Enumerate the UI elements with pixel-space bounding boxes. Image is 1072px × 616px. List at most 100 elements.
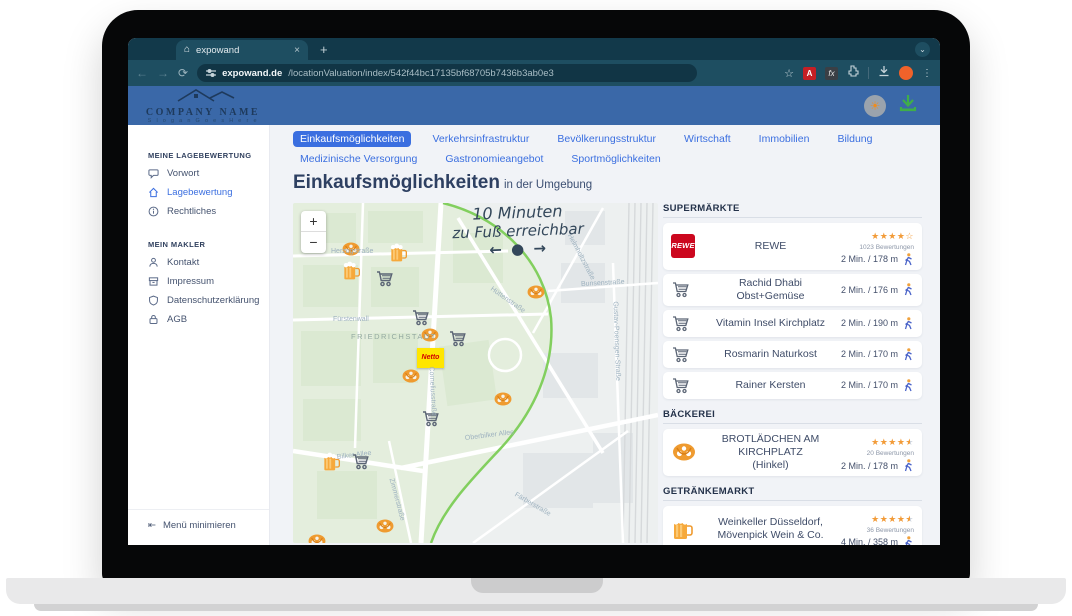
app-header: COMPANY NAME S l o g a n G o e s H e r e…	[128, 86, 940, 125]
list-item[interactable]: Rainer Kersten 2 Min. / 170 m	[663, 372, 922, 399]
browser-tab[interactable]: ⌂ expowand ×	[176, 40, 308, 60]
list-item[interactable]: Rosmarin Naturkost 2 Min. / 170 m	[663, 341, 922, 368]
tab-verkehrsinfrastruktur[interactable]: Verkehrsinfrastruktur	[425, 131, 536, 147]
tab-gastronomieangebot[interactable]: Gastronomieangebot	[438, 151, 550, 167]
street-label: Herzogstraße	[331, 248, 373, 255]
theme-sun-icon[interactable]: ☀	[864, 95, 886, 117]
map-annotation: 10 Minuten zu Fuß erreichbar ← ● →	[412, 203, 624, 262]
map-cart-marker	[448, 329, 468, 349]
page-title: Einkaufsmöglichkeitenin der Umgebung	[293, 172, 592, 194]
map-cart-marker	[375, 269, 395, 289]
section-title-supermaerkte: SUPERMÄRKTE	[663, 203, 922, 218]
tab-wirtschaft[interactable]: Wirtschaft	[677, 131, 738, 147]
tab-immobilien[interactable]: Immobilien	[752, 131, 817, 147]
sidebar-item-rechtliches[interactable]: Rechtliches	[148, 204, 269, 218]
sidebar-item-lagebewertung[interactable]: Lagebewertung	[148, 185, 269, 199]
poi-name: Weinkeller Düsseldorf,Mövenpick Wein & C…	[705, 516, 836, 542]
forward-icon[interactable]: →	[157, 66, 169, 80]
list-item-baeckerei[interactable]: BROTLÄDCHEN AM KIRCHPLATZ(Hinkel) ★★★★★ …	[663, 429, 922, 476]
map-beer-marker	[388, 243, 408, 263]
map-pretzel-marker	[526, 282, 546, 302]
app-body: MEINE LAGEBEWERTUNG Vorwort Lagebewertun…	[128, 125, 940, 545]
browser-toolbar: ← → ⟳ expowand.de/locationValuation/inde…	[128, 60, 940, 86]
reload-icon[interactable]: ⟳	[178, 66, 188, 80]
menu-minimize-button[interactable]: ⇤ Menü minimieren	[128, 509, 269, 545]
walking-icon	[903, 283, 914, 296]
browser-tabbar: ⌂ expowand × + ⌄	[128, 38, 940, 60]
star-rating: ★★★★★	[871, 437, 914, 447]
sidebar-item-datenschutz[interactable]: Datenschutzerklärung	[148, 293, 269, 307]
walking-icon	[903, 348, 914, 361]
sidebar-item-impressum[interactable]: Impressum	[148, 274, 269, 288]
sidebar: MEINE LAGEBEWERTUNG Vorwort Lagebewertun…	[128, 125, 270, 545]
sidebar-item-agb[interactable]: AGB	[148, 312, 269, 326]
tab-einkaufsmoeglichkeiten[interactable]: Einkaufsmöglichkeiten	[293, 131, 411, 147]
tab-sportmoeglichkeiten[interactable]: Sportmöglichkeiten	[564, 151, 667, 167]
pdf-extension-icon[interactable]: A	[803, 67, 816, 80]
cart-icon	[671, 280, 705, 300]
poi-panel: SUPERMÄRKTE REWE REWE ★★★★☆ 1023 Bewertu…	[663, 203, 922, 545]
list-item[interactable]: Vitamin Insel Kirchplatz 2 Min. / 190 m	[663, 310, 922, 337]
person-icon	[148, 257, 159, 268]
downloads-icon[interactable]	[878, 64, 890, 82]
poi-name: Rachid Dhabi Obst+Gemüse	[705, 277, 836, 303]
map-zoom-in-button[interactable]: +	[301, 211, 326, 232]
map[interactable]: + − 10 Minuten zu Fuß erreichbar ← ● → N…	[293, 203, 658, 543]
walking-icon	[903, 536, 914, 545]
list-item-rewe[interactable]: REWE REWE ★★★★☆ 1023 Bewertungen 2 Min. …	[663, 223, 922, 270]
site-info-icon[interactable]	[206, 68, 216, 78]
bookmark-star-icon[interactable]: ☆	[784, 67, 794, 80]
map-netto-marker: Netto	[417, 348, 444, 368]
fx-extension-icon[interactable]: fx	[825, 67, 838, 80]
walking-icon	[903, 253, 914, 266]
distance: 2 Min. / 170 m	[841, 378, 898, 392]
laptop-base-foot	[34, 604, 1038, 611]
profile-avatar[interactable]	[899, 66, 913, 80]
roof-logo-icon	[160, 88, 246, 102]
section-title-baeckerei: BÄCKEREI	[663, 409, 922, 424]
sidebar-item-kontakt[interactable]: Kontakt	[148, 255, 269, 269]
tab-bildung[interactable]: Bildung	[830, 131, 879, 147]
poi-name: Rosmarin Naturkost	[705, 348, 836, 361]
review-count: 20 Bewertungen	[836, 450, 914, 458]
street-label: Fürstenwall	[333, 316, 369, 323]
poi-name: BROTLÄDCHEN AM KIRCHPLATZ(Hinkel)	[705, 433, 836, 472]
walking-icon	[903, 379, 914, 392]
review-count: 36 Bewertungen	[836, 527, 914, 535]
sidebar-section-title: MEINE LAGEBEWERTUNG	[148, 151, 269, 160]
archive-icon	[148, 276, 159, 287]
home-favicon-icon: ⌂	[184, 45, 190, 55]
main-content: Einkaufsmöglichkeiten Verkehrsinfrastruk…	[270, 125, 940, 545]
tab-medizinische-versorgung[interactable]: Medizinische Versorgung	[293, 151, 424, 167]
map-zoom-control: + −	[301, 211, 326, 253]
tab-title: expowand	[196, 45, 288, 56]
sidebar-item-vorwort[interactable]: Vorwort	[148, 166, 269, 180]
cart-icon	[671, 314, 705, 334]
download-report-icon[interactable]	[898, 93, 918, 118]
poi-name: Rainer Kersten	[705, 379, 836, 392]
section-title-getraenkemarkt: GETRÄNKEMARKT	[663, 486, 922, 501]
back-icon[interactable]: ←	[136, 66, 148, 80]
url-path: /locationValuation/index/542f44bc17135bf…	[288, 68, 554, 79]
new-tab-button[interactable]: +	[320, 42, 328, 57]
browser-menu-icon[interactable]: ⋮	[922, 68, 932, 79]
collapse-icon: ⇤	[148, 520, 156, 531]
address-bar[interactable]: expowand.de/locationValuation/index/542f…	[197, 64, 697, 82]
home-icon	[148, 187, 159, 198]
map-beer-marker	[341, 261, 361, 281]
lock-icon	[148, 314, 159, 325]
street-label: FRIEDRICHSTADT	[351, 332, 437, 341]
url-domain: expowand.de	[222, 68, 282, 79]
shield-icon	[148, 295, 159, 306]
poi-name: REWE	[705, 240, 836, 253]
pretzel-icon	[671, 442, 705, 462]
map-zoom-out-button[interactable]: −	[301, 232, 326, 253]
list-item-getraenkemarkt[interactable]: Weinkeller Düsseldorf,Mövenpick Wein & C…	[663, 506, 922, 545]
tab-search-button[interactable]: ⌄	[915, 42, 930, 57]
extensions-puzzle-icon[interactable]	[847, 64, 859, 82]
list-item[interactable]: Rachid Dhabi Obst+Gemüse 2 Min. / 176 m	[663, 274, 922, 306]
tab-bevoelkerungsstruktur[interactable]: Bevölkerungsstruktur	[550, 131, 663, 147]
map-pretzel-marker	[401, 366, 421, 386]
company-logo: COMPANY NAME S l o g a n G o e s H e r e	[138, 88, 268, 124]
tab-close-icon[interactable]: ×	[294, 45, 300, 56]
